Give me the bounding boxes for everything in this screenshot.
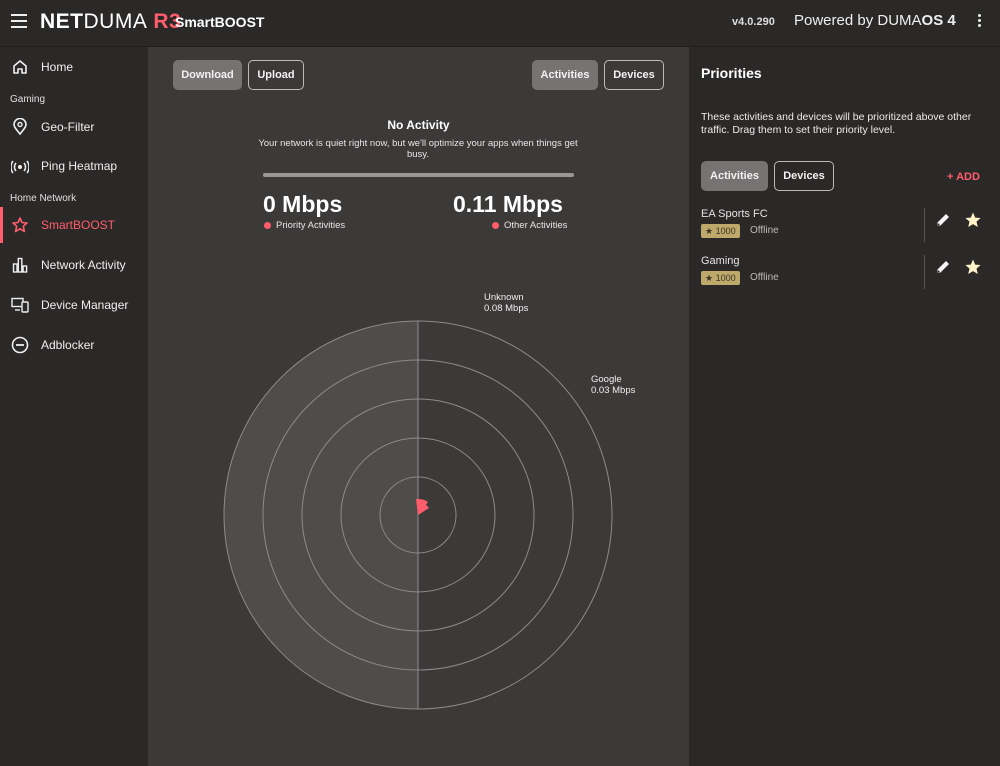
priorities-title: Priorities [701, 65, 762, 81]
divider [924, 255, 925, 289]
top-bar: NETDUMA R3 SmartBOOST v4.0.290 Powered by… [0, 0, 1000, 47]
sidebar-item-label: Ping Heatmap [41, 159, 118, 173]
radar-label-google: Google 0.03 Mbps [591, 374, 636, 396]
priorities-devices-tab[interactable]: Devices [774, 161, 834, 191]
activity-radar [223, 320, 613, 710]
sidebar-item-label: Device Manager [41, 298, 129, 312]
priority-status: Offline [750, 225, 779, 236]
star-icon[interactable] [964, 258, 982, 276]
menu-icon[interactable] [11, 14, 27, 28]
edit-pencil-icon[interactable] [934, 211, 952, 229]
radar-left-half [224, 321, 418, 709]
priority-item[interactable]: Gaming ★ 1000 Offline [701, 255, 991, 295]
location-pin-icon [11, 118, 29, 136]
section-label-gaming: Gaming [10, 94, 46, 105]
version-label: v4.0.290 [732, 16, 775, 28]
priorities-activities-tab[interactable]: Activities [701, 161, 768, 191]
sidebar-item-network-activity[interactable]: Network Activity [0, 247, 148, 283]
edit-pencil-icon[interactable] [934, 258, 952, 276]
radar-label-unknown: Unknown 0.08 Mbps [484, 292, 529, 314]
sidebar-item-adblocker[interactable]: Adblocker [0, 327, 148, 363]
priority-score-badge: ★ 1000 [701, 271, 740, 285]
priority-item[interactable]: EA Sports FC ★ 1000 Offline [701, 208, 991, 248]
sidebar-item-home[interactable]: Home [0, 49, 148, 85]
sidebar: Home Gaming Geo-Filter Ping Heatmap Home… [0, 47, 148, 766]
star-icon[interactable] [964, 211, 982, 229]
powered-by-label: Powered by DUMAOS 4 [794, 12, 956, 29]
smartboost-icon [11, 216, 29, 234]
sidebar-item-label: Network Activity [41, 258, 126, 272]
priority-status: Offline [750, 272, 779, 283]
more-options-icon[interactable] [976, 14, 982, 32]
page-title: SmartBOOST [175, 14, 265, 30]
ping-signal-icon [11, 157, 29, 175]
priority-item-name: Gaming [701, 255, 740, 267]
priority-score-badge: ★ 1000 [701, 224, 740, 238]
divider [924, 208, 925, 242]
priority-item-name: EA Sports FC [701, 208, 768, 220]
sidebar-item-geo-filter[interactable]: Geo-Filter [0, 109, 148, 145]
netduma-logo: NETDUMA R3 [40, 10, 182, 33]
sidebar-item-ping-heatmap[interactable]: Ping Heatmap [0, 148, 148, 184]
sidebar-item-label: SmartBOOST [41, 218, 116, 232]
devices-icon [11, 296, 29, 314]
add-priority-button[interactable]: + ADD [947, 171, 980, 183]
block-icon [11, 336, 29, 354]
sidebar-item-device-manager[interactable]: Device Manager [0, 287, 148, 323]
sidebar-item-label: Geo-Filter [41, 120, 95, 134]
sidebar-item-label: Home [41, 60, 74, 74]
priorities-description: These activities and devices will be pri… [701, 111, 972, 136]
section-label-home-network: Home Network [10, 193, 77, 204]
bar-chart-icon [11, 256, 29, 274]
home-icon [11, 58, 29, 76]
smartboost-main-panel: Download Upload Activities Devices No Ac… [148, 47, 689, 766]
priorities-panel: Priorities These activities and devices … [689, 47, 1000, 766]
sidebar-item-smartboost[interactable]: SmartBOOST [0, 207, 148, 243]
sidebar-item-label: Adblocker [41, 338, 95, 352]
